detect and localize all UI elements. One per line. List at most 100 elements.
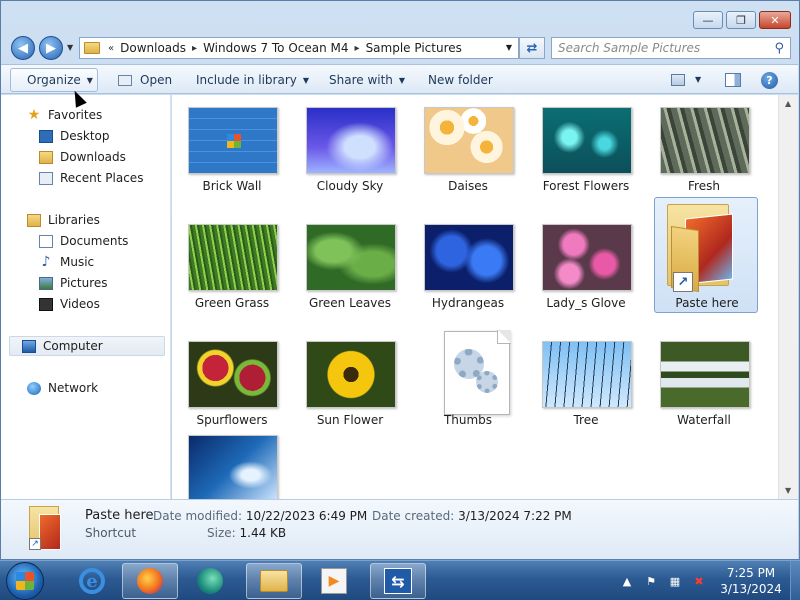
forward-button[interactable]: ▶ <box>39 36 63 60</box>
file-item[interactable]: Cloudy Sky <box>298 103 402 215</box>
minimize-button[interactable]: — <box>693 11 723 29</box>
organize-button[interactable]: Organize ▼ <box>10 68 98 92</box>
breadcrumb-downloads[interactable]: Downloads <box>120 41 186 55</box>
action-center-flag-icon[interactable]: ⚑ <box>644 574 658 588</box>
windows-logo-icon <box>16 572 34 590</box>
organize-label: Organize <box>27 73 81 87</box>
network-status-icon[interactable]: ▦ <box>668 574 682 588</box>
sidebar-item-favorites[interactable]: ★ Favorites <box>27 105 103 125</box>
search-icon[interactable]: ⚲ <box>774 41 784 56</box>
show-hidden-icons-icon[interactable]: ▲ <box>620 574 634 588</box>
clock-time: 7:25 PM <box>726 566 776 580</box>
internet-explorer-icon: e <box>79 568 105 594</box>
file-label: Green Leaves <box>308 296 392 310</box>
shortcut-folder-icon: ↗ <box>667 198 747 293</box>
file-item[interactable]: Waterfall <box>652 337 756 449</box>
taskbar-media-player[interactable]: ▶ <box>306 563 362 599</box>
sidebar-item-network[interactable]: Network <box>27 378 98 398</box>
image-thumbnail <box>542 107 632 174</box>
page-fold-icon <box>497 330 511 344</box>
folder-icon <box>84 42 100 54</box>
recent-pages-dropdown[interactable]: ▼ <box>67 43 73 52</box>
sidebar-item-pictures[interactable]: Pictures <box>39 273 108 293</box>
file-label: Brick Wall <box>202 179 262 193</box>
open-button[interactable]: Open <box>118 68 172 92</box>
open-label: Open <box>140 73 173 87</box>
details-size: Size: 1.44 KB <box>207 526 286 540</box>
share-with-button[interactable]: Share with ▼ <box>329 68 405 92</box>
taskbar: e ▶ ⇆ ▲ ⚑ ▦ ✖ 7:25 PM 3/13/2024 <box>0 560 800 600</box>
file-label: Fresh <box>688 179 720 193</box>
file-item[interactable]: Hydrangeas <box>416 220 520 332</box>
volume-muted-icon[interactable]: ✖ <box>692 574 706 588</box>
sidebar-item-label: Libraries <box>48 213 100 227</box>
start-button[interactable] <box>6 562 44 600</box>
file-item[interactable]: Thumbs <box>416 330 520 449</box>
sidebar-item-videos[interactable]: Videos <box>39 294 100 314</box>
file-item-selected[interactable]: ↗ Paste here <box>654 197 758 313</box>
vertical-scrollbar[interactable]: ▲ ▼ <box>778 95 798 499</box>
windows-explorer-icon <box>260 570 288 592</box>
file-label: Thumbs <box>443 413 493 427</box>
file-item[interactable]: Tree <box>534 337 638 449</box>
folder-picture-icon <box>39 514 61 550</box>
file-item[interactable]: Lady_s Glove <box>534 220 638 332</box>
details-size-value: 1.44 KB <box>239 526 287 540</box>
details-modified-key: Date modified: <box>153 509 243 523</box>
sidebar-item-music[interactable]: ♪ Music <box>39 252 95 272</box>
sidebar-item-documents[interactable]: Documents <box>39 231 128 251</box>
search-placeholder: Search Sample Pictures <box>558 41 701 55</box>
taskbar-internet-explorer[interactable]: e <box>64 563 120 599</box>
breadcrumb-windows7-ocean[interactable]: Windows 7 To Ocean M4 <box>203 41 348 55</box>
image-thumbnail <box>188 224 278 291</box>
navigation-pane: ★ Favorites Desktop Downloads Recent Pla… <box>1 95 171 499</box>
view-options-dropdown-icon[interactable]: ▼ <box>695 75 701 84</box>
refresh-button[interactable]: ⇄ <box>519 37 545 59</box>
help-icon[interactable]: ? <box>761 72 778 89</box>
close-button[interactable]: ✕ <box>759 11 791 29</box>
system-clock[interactable]: 7:25 PM 3/13/2024 <box>716 565 786 597</box>
taskbar-windows-explorer[interactable] <box>246 563 302 599</box>
preview-pane-icon[interactable] <box>725 73 741 87</box>
overflow-chevron-icon[interactable]: « <box>108 43 114 54</box>
scroll-up-icon[interactable]: ▲ <box>785 99 791 108</box>
breadcrumb-sample-pictures[interactable]: Sample Pictures <box>366 41 462 55</box>
downloads-folder-icon <box>39 150 53 164</box>
sidebar-item-recent-places[interactable]: Recent Places <box>39 168 143 188</box>
file-item[interactable]: Green Grass <box>180 220 284 332</box>
videos-icon <box>39 297 53 311</box>
file-item[interactable] <box>180 431 284 499</box>
breadcrumb-separator-icon[interactable]: ▸ <box>192 43 197 54</box>
include-in-library-button[interactable]: Include in library ▼ <box>196 68 309 92</box>
taskbar-teamviewer[interactable]: ⇆ <box>370 563 426 599</box>
new-folder-button[interactable]: New folder <box>428 68 493 92</box>
back-button[interactable]: ◀ <box>11 36 35 60</box>
sidebar-item-computer[interactable]: Computer <box>9 336 165 356</box>
breadcrumb-separator-icon[interactable]: ▸ <box>355 43 360 54</box>
file-item[interactable]: Brick Wall <box>180 103 284 215</box>
file-item[interactable]: Sun Flower <box>298 337 402 449</box>
details-size-key: Size: <box>207 526 236 540</box>
sidebar-item-desktop[interactable]: Desktop <box>39 126 110 146</box>
teamviewer-icon: ⇆ <box>384 568 412 594</box>
image-thumbnail <box>542 224 632 291</box>
details-pane: ↗ Paste here Shortcut Date modified: 10/… <box>1 499 798 559</box>
show-desktop-button[interactable] <box>790 561 800 600</box>
details-created-value: 3/13/2024 7:22 PM <box>458 509 572 523</box>
change-view-icon[interactable] <box>671 74 685 86</box>
address-bar[interactable]: « Downloads ▸ Windows 7 To Ocean M4 ▸ Sa… <box>79 37 519 59</box>
file-item[interactable]: Forest Flowers <box>534 103 638 215</box>
file-item[interactable]: Green Leaves <box>298 220 402 332</box>
address-dropdown-icon[interactable]: ▼ <box>506 43 512 52</box>
sidebar-item-libraries[interactable]: Libraries <box>27 210 100 230</box>
taskbar-firefox[interactable] <box>122 563 178 599</box>
scroll-down-icon[interactable]: ▼ <box>785 486 791 495</box>
documents-icon <box>39 234 53 248</box>
file-item[interactable]: Daises <box>416 103 520 215</box>
search-input[interactable]: Search Sample Pictures ⚲ <box>551 37 791 59</box>
pictures-icon <box>39 276 53 290</box>
maximize-button[interactable]: ❐ <box>726 11 756 29</box>
taskbar-edge[interactable] <box>182 563 238 599</box>
address-row: ◀ ▶ ▼ « Downloads ▸ Windows 7 To Ocean M… <box>1 33 799 63</box>
sidebar-item-downloads[interactable]: Downloads <box>39 147 126 167</box>
